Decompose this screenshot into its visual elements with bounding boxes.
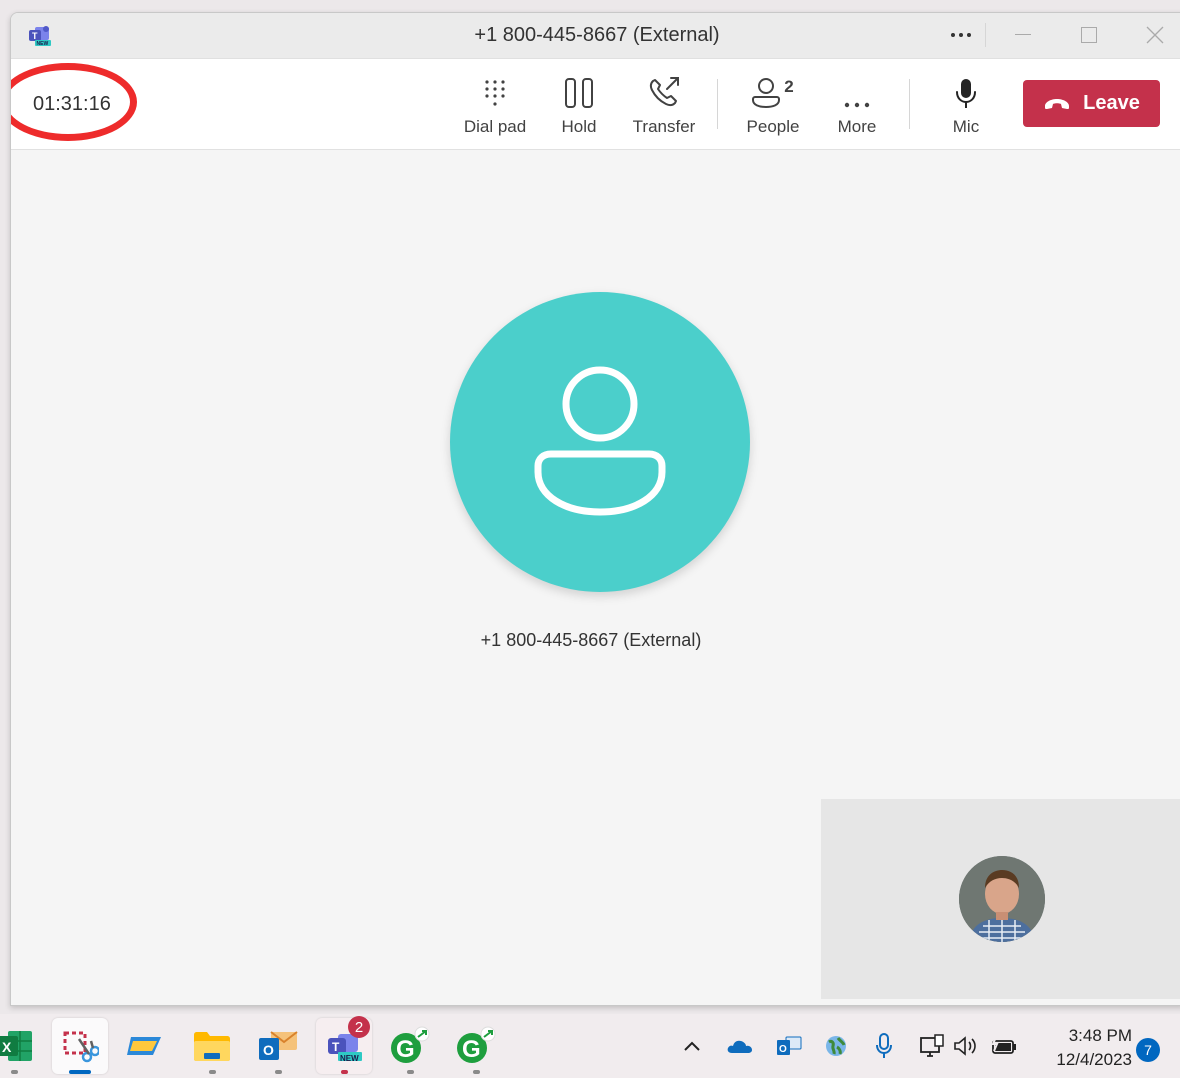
taskbar-outlook[interactable]: O — [250, 1018, 306, 1074]
svg-text:G: G — [396, 1036, 415, 1063]
people-icon-wrap: 2 — [741, 73, 805, 109]
call-transfer-icon — [629, 73, 699, 109]
more-button[interactable]: More — [829, 73, 885, 139]
timer-highlight-circle — [11, 63, 137, 141]
snipping-tool-icon — [63, 1031, 99, 1063]
mic-button[interactable]: Mic — [941, 73, 991, 139]
transfer-label: Transfer — [632, 117, 696, 136]
running-indicator — [407, 1070, 414, 1074]
people-label: People — [746, 117, 800, 136]
hold-button[interactable]: Hold — [551, 73, 607, 139]
window-more-options-icon[interactable] — [943, 21, 979, 49]
self-avatar — [959, 856, 1045, 942]
windows-taskbar: X O T NEW 2 G G O 3:48 PM 12/4/2023 7 — [0, 1014, 1180, 1078]
teams-new-label: NEW — [340, 1054, 359, 1063]
onedrive-cloud-icon[interactable] — [726, 1032, 754, 1060]
self-video-preview[interactable] — [821, 799, 1180, 999]
minimize-icon[interactable] — [1005, 21, 1041, 49]
svg-text:G: G — [462, 1036, 481, 1063]
volume-speaker-icon[interactable] — [952, 1032, 980, 1060]
outlook-tray-icon[interactable]: O — [775, 1032, 803, 1060]
people-button[interactable]: 2 People — [741, 73, 805, 139]
focused-indicator — [69, 1070, 91, 1074]
taskbar-clock[interactable]: 3:48 PM 12/4/2023 — [1036, 1024, 1132, 1072]
running-indicator — [473, 1070, 480, 1074]
toolbar-divider — [909, 79, 910, 129]
hold-label: Hold — [561, 117, 597, 136]
leave-label: Leave — [1083, 92, 1140, 114]
taskbar-teams[interactable]: T NEW 2 — [316, 1016, 372, 1074]
taskbar-gotomeeting-1[interactable]: G — [382, 1018, 438, 1074]
dial-pad-button[interactable]: Dial pad — [457, 73, 533, 139]
running-indicator — [11, 1070, 18, 1074]
outlook-icon: O — [259, 1031, 298, 1060]
person-icon — [752, 78, 781, 109]
battery-charging-icon[interactable] — [990, 1032, 1018, 1060]
folder-icon — [194, 1032, 230, 1061]
dialpad-icon — [457, 73, 533, 109]
excel-icon: X — [0, 1031, 32, 1061]
notification-center-badge[interactable]: 7 — [1136, 1038, 1160, 1062]
title-bar[interactable]: T NEW +1 800-445-8667 (External) — [11, 13, 1180, 59]
display-device-icon[interactable] — [918, 1032, 946, 1060]
more-label: More — [837, 117, 877, 136]
pause-icon — [551, 73, 607, 109]
pen-icon — [127, 1037, 161, 1055]
toolbar-divider — [717, 79, 718, 129]
svg-text:O: O — [779, 1044, 787, 1055]
caller-avatar — [450, 292, 750, 592]
microphone-tray-icon[interactable] — [870, 1032, 898, 1060]
person-placeholder-icon — [534, 366, 666, 516]
taskbar-file-explorer[interactable] — [184, 1018, 240, 1074]
taskbar-excel[interactable]: X — [0, 1018, 42, 1074]
mic-label: Mic — [952, 117, 980, 136]
microphone-icon — [941, 73, 991, 109]
svg-text:X: X — [2, 1039, 12, 1055]
show-hidden-icons-chevron-up-icon[interactable] — [678, 1032, 706, 1060]
people-count: 2 — [784, 77, 794, 96]
more-dots-icon — [829, 73, 885, 109]
clock-time: 3:48 PM — [1068, 1026, 1132, 1045]
running-indicator — [341, 1070, 348, 1074]
transfer-button[interactable]: Transfer — [629, 73, 699, 139]
dial-pad-label: Dial pad — [463, 117, 527, 136]
caller-name: +1 800-445-8667 (External) — [480, 630, 702, 650]
taskbar-gotomeeting-2[interactable]: G — [448, 1018, 504, 1074]
taskbar-pen-app[interactable] — [116, 1018, 172, 1074]
teams-call-window: T NEW +1 800-445-8667 (External) 01:31:1… — [10, 12, 1180, 1006]
goto-icon: G — [457, 1026, 496, 1063]
maximize-icon[interactable] — [1071, 21, 1107, 49]
clock-date: 12/4/2023 — [1056, 1050, 1132, 1069]
running-indicator — [209, 1070, 216, 1074]
call-toolbar: 01:31:16 Dial pad Hold Transfer 2 People… — [11, 59, 1180, 150]
running-indicator — [275, 1070, 282, 1074]
leave-button[interactable]: Leave — [1023, 80, 1160, 127]
hang-up-icon — [1045, 98, 1070, 109]
network-globe-icon[interactable] — [822, 1032, 850, 1060]
taskbar-snipping-tool[interactable] — [52, 1018, 108, 1074]
close-icon[interactable] — [1137, 21, 1173, 49]
svg-text:O: O — [263, 1042, 274, 1058]
svg-text:T: T — [332, 1040, 340, 1054]
titlebar-divider — [985, 23, 986, 47]
teams-notification-badge: 2 — [348, 1016, 370, 1038]
goto-icon: G — [391, 1026, 430, 1063]
